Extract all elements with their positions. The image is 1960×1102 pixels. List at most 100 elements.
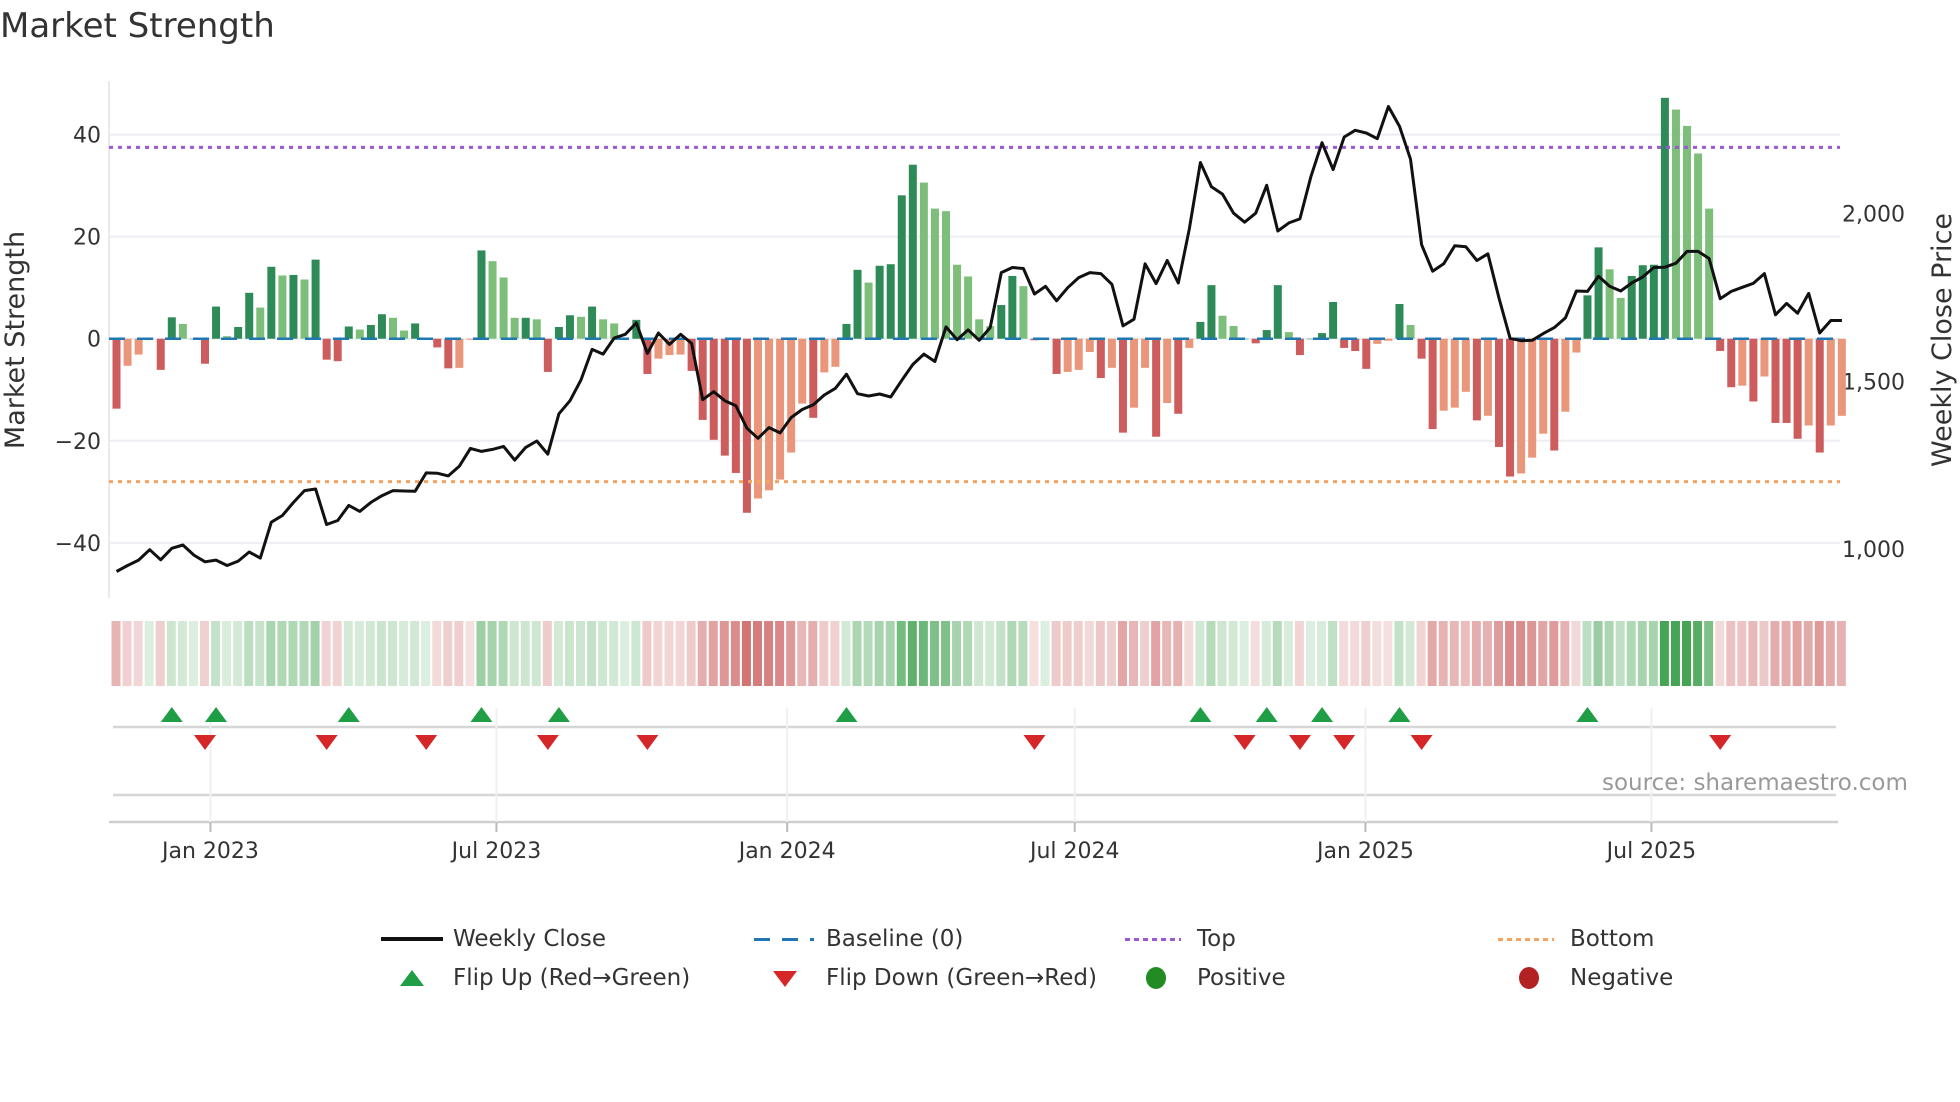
flip-down-marker (1333, 735, 1356, 750)
heat-strip-cell (929, 621, 939, 686)
strength-bar (1594, 247, 1603, 339)
heat-strip-cell (432, 621, 442, 686)
strength-bar (1439, 338, 1448, 411)
heat-strip-cell (1626, 621, 1636, 686)
strength-bar (455, 338, 464, 368)
strength-bar (1528, 338, 1537, 458)
heat-strip-cell (564, 621, 574, 686)
flip-down-marker (193, 735, 216, 750)
strength-bar (499, 277, 508, 339)
dotted-line-icon (1125, 928, 1187, 950)
strength-bar (1085, 338, 1094, 353)
x-tick-label: Jan 2024 (737, 839, 836, 864)
legend-label: Baseline (0) (826, 926, 964, 952)
heat-strip-cell (266, 621, 276, 686)
heat-strip-cell (133, 621, 143, 686)
strength-bar (510, 317, 519, 339)
strength-bar (377, 314, 386, 339)
heat-strip-cell (421, 621, 431, 686)
strength-bar (908, 164, 917, 339)
heat-strip-cell (233, 621, 243, 686)
heat-strip-cell (830, 621, 840, 686)
strength-bar (355, 329, 364, 339)
heat-strip-cell (686, 621, 696, 686)
heat-strip-cell (122, 621, 132, 686)
heat-strip-cell (1162, 621, 1172, 686)
heat-strip-cell (1372, 621, 1382, 686)
heat-strip-cell (1571, 621, 1581, 686)
heat-strip-cell (542, 621, 552, 686)
strength-bar (776, 338, 785, 480)
heat-strip-cell (963, 621, 973, 686)
source-label: source: sharemaestro.com (1602, 770, 1908, 796)
heat-strip-cell (1029, 621, 1039, 686)
heat-strip-cell (166, 621, 176, 686)
x-tick-label: Jul 2023 (450, 839, 542, 864)
y-axis-title: Market Strength (0, 231, 31, 449)
strength-bar (245, 292, 254, 339)
strength-bar (1362, 338, 1371, 369)
heat-strip-cell (1095, 621, 1105, 686)
strength-bar (1406, 324, 1415, 339)
heat-strip-cell (752, 621, 762, 686)
heat-strip-cell (1659, 621, 1669, 686)
heat-strip-cell (1117, 621, 1127, 686)
y2-tick-label: 2,000 (1842, 203, 1905, 228)
strength-bar (765, 338, 774, 491)
heat-strip-cell (531, 621, 541, 686)
heat-strip-cell (708, 621, 718, 686)
legend-label: Negative (1570, 965, 1674, 991)
heat-strip-cell (1582, 621, 1592, 686)
strength-bar (1483, 338, 1492, 416)
strength-bar (1495, 338, 1503, 447)
heat-strip-cell (1272, 621, 1282, 686)
heat-strip-cell (310, 621, 320, 686)
strength-bar (1329, 301, 1338, 339)
legend-label: Weekly Close (453, 926, 606, 952)
strength-bar (1550, 338, 1559, 451)
heat-strip-cell (288, 621, 298, 686)
strength-bar (897, 195, 906, 339)
strength-bar (798, 338, 807, 404)
heat-strip-cell (1328, 621, 1338, 686)
strength-bar (709, 338, 718, 440)
heat-strip-cell (1283, 621, 1293, 686)
heat-strip-cell (819, 621, 829, 686)
strength-bar (178, 323, 187, 339)
strength-bar (1395, 304, 1404, 339)
flip-up-marker (547, 707, 570, 722)
strength-bar (167, 317, 176, 339)
strength-bar (1815, 338, 1824, 453)
y-tick-label: −20 (55, 430, 101, 455)
strength-bar (1163, 338, 1172, 404)
legend-top: Top (1125, 926, 1236, 952)
heat-strip-cell (1538, 621, 1548, 686)
flip-down-marker (636, 735, 659, 750)
heat-strip-cell (1007, 621, 1017, 686)
heat-strip-cell (443, 621, 453, 686)
heat-strip-cell (1748, 621, 1758, 686)
strength-bar (112, 338, 121, 409)
heat-strip-cell (808, 621, 818, 686)
strength-bar (366, 324, 375, 339)
heat-strip-cell (1394, 621, 1404, 686)
heat-strip-cell (631, 621, 641, 686)
strength-bar (1229, 325, 1238, 339)
heat-strip-cell (896, 621, 906, 686)
heat-strip-cell (1759, 621, 1769, 686)
heat-strip-cell (1482, 621, 1492, 686)
strength-bar (1517, 338, 1526, 474)
strength-bar (1218, 315, 1227, 339)
strength-bar (278, 275, 287, 339)
heat-strip-cell (1239, 621, 1249, 686)
strength-bar (1019, 286, 1028, 339)
strength-bar (577, 316, 586, 339)
heat-strip-cell (1317, 621, 1327, 686)
circle-icon (1125, 967, 1187, 989)
strength-bar (1683, 125, 1692, 339)
heat-strip-cell (1803, 621, 1813, 686)
strength-bar (1793, 338, 1802, 439)
flip-up-marker (1255, 707, 1278, 722)
strength-bar (477, 250, 486, 339)
flip-down-marker (1410, 735, 1433, 750)
